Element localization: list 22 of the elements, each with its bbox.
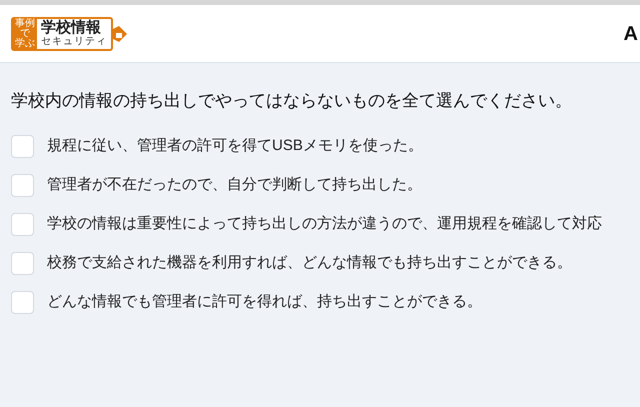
question-text: 学校内の情報の持ち出しでやってはならないものを全て選んでください。 — [11, 90, 573, 112]
header-text: A — [624, 22, 638, 46]
checkbox[interactable] — [11, 134, 34, 158]
logo-badge-text: で — [20, 28, 30, 38]
logo-subtitle: セキュリティ — [41, 36, 107, 47]
option-label: どんな情報でも管理者に許可を得れば、持ち出すことができる。 — [47, 292, 482, 312]
answer-option[interactable]: 校務で支給された機器を利用すれば、どんな情報でも持ち出すことができる。 — [11, 251, 629, 275]
option-label: 規程に従い、管理者の許可を得てUSBメモリを使った。 — [47, 136, 423, 156]
checkbox[interactable] — [11, 212, 34, 236]
checkbox[interactable] — [11, 174, 34, 196]
answer-option[interactable]: 規程に従い、管理者の許可を得てUSBメモリを使った。 — [11, 134, 629, 158]
logo-badge-text: 学ぶ — [15, 38, 35, 48]
option-label: 校務で支給された機器を利用すれば、どんな情報でも持ち出すことができる。 — [47, 252, 572, 273]
checkbox[interactable] — [11, 290, 34, 314]
option-label: 管理者が不在だったので、自分で判断して持ち出した。 — [47, 174, 422, 195]
answer-option[interactable]: どんな情報でも管理者に許可を得れば、持ち出すことができる。 — [11, 290, 629, 314]
logo-title: 学校情報 — [41, 20, 102, 36]
checkbox[interactable] — [11, 252, 34, 274]
option-label: 学校の情報は重要性によって持ち出しの方法が違うので、運用規程を確認して対応 — [47, 214, 602, 234]
logo-badge-text: 事例 — [15, 18, 35, 28]
answer-option[interactable]: 学校の情報は重要性によって持ち出しの方法が違うので、運用規程を確認して対応 — [11, 212, 629, 236]
answer-option[interactable]: 管理者が不在だったので、自分で判断して持ち出した。 — [11, 173, 629, 197]
